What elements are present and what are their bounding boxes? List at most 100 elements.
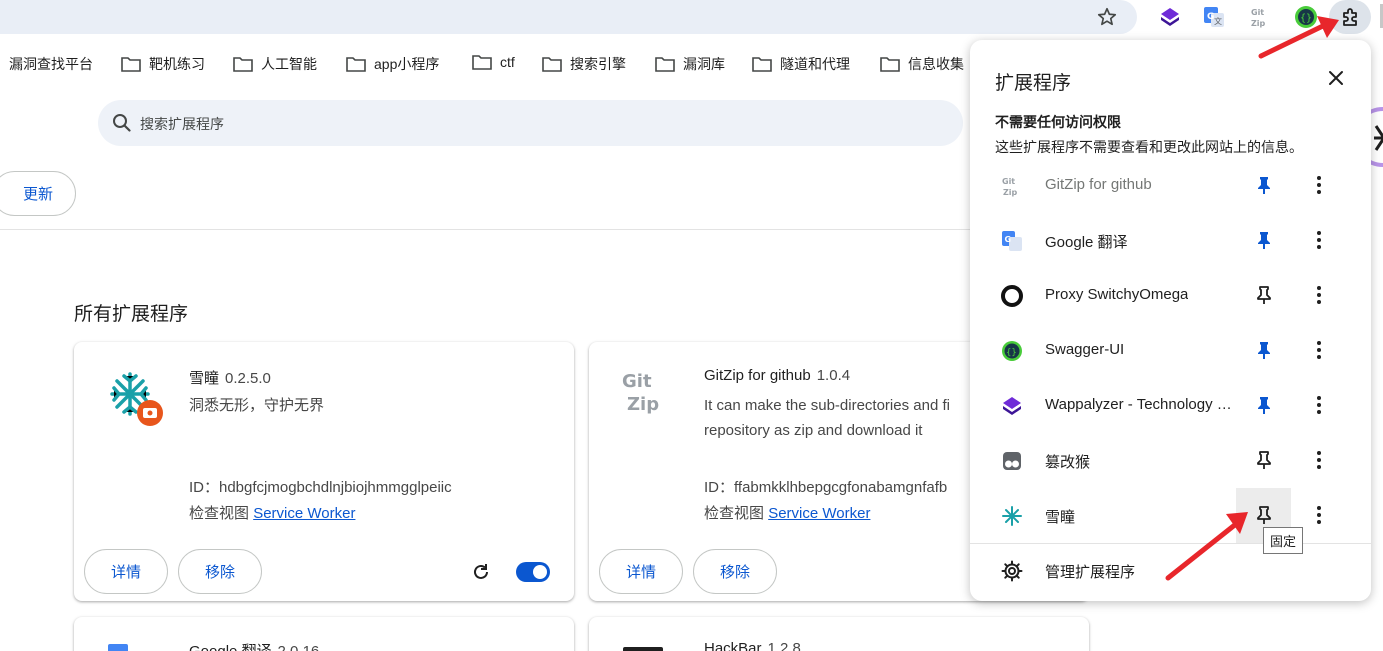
extension-card: HackBar 1.2.8 [589,617,1089,651]
inspect-views: 检查视图 Service Worker [189,505,356,522]
more-icon[interactable] [1308,504,1330,526]
extension-version: 2.0.16 [278,643,320,651]
extension-name: HackBar 1.2.8 [704,640,801,651]
swagger-icon[interactable]: {} [1294,5,1318,29]
hackbar-icon [623,647,663,651]
details-button[interactable]: 详情 [599,549,683,594]
google-translate-icon[interactable]: G文 [1202,5,1226,29]
folder-icon [346,57,366,72]
extension-row[interactable]: Proxy SwitchyOmega [970,268,1371,323]
extension-version: 1.0.4 [816,367,851,384]
section-title: 所有扩展程序 [74,304,189,325]
pin-filled-icon[interactable] [1253,174,1275,196]
bookmark-folder[interactable]: 靶机练习 [121,54,205,74]
extension-row[interactable]: Git Zip GitZip for github [970,158,1371,213]
svg-text:{}: {} [1006,348,1017,358]
pin-outline-icon[interactable] [1253,504,1275,526]
pin-outline-icon[interactable] [1253,284,1275,306]
bookmark-star-icon[interactable] [1096,6,1118,28]
svg-text:Git: Git [622,371,652,392]
bookmark-folder[interactable]: 信息收集 [880,54,964,74]
pin-filled-icon[interactable] [1253,229,1275,251]
search-placeholder: 搜索扩展程序 [140,116,224,132]
extension-version: 0.2.5.0 [225,370,271,387]
more-icon[interactable] [1308,229,1330,251]
manage-extensions-item[interactable]: 管理扩展程序 [970,544,1371,599]
menu-description: 这些扩展程序不需要查看和更改此网站上的信息。 [995,139,1303,155]
inspect-views: 检查视图 Service Worker [704,505,871,522]
google-translate-icon: G [1002,231,1022,251]
svg-text:G: G [1005,235,1012,244]
reload-icon[interactable] [470,561,492,583]
switchyomega-icon [1001,285,1023,307]
more-icon[interactable] [1308,284,1330,306]
extension-id: ID：hdbgfcjmogbchdlnjbiojhmmgglpeiic [189,479,452,496]
extensions-puzzle-icon [1343,8,1357,26]
menu-subtitle: 不需要任何访问权限 [995,114,1121,130]
extension-label: GitZip for github [1045,176,1152,193]
extension-row[interactable]: Wappalyzer - Technology profiler [970,378,1371,433]
bookmark-folder[interactable]: app小程序 [346,54,439,74]
svg-text:文: 文 [1214,16,1222,26]
pin-filled-icon[interactable] [1253,339,1275,361]
extension-name: 雪瞳 0.2.5.0 [189,370,271,387]
divider [0,229,980,230]
more-icon[interactable] [1308,449,1330,471]
gitzip-icon: GitZip [1002,177,1018,197]
more-icon[interactable] [1308,394,1330,416]
extension-row[interactable]: {} Swagger-UI [970,323,1371,378]
extension-version: 1.2.8 [767,640,801,651]
pin-filled-icon[interactable] [1253,394,1275,416]
gitzip-icon[interactable]: Git Zip [1249,5,1273,29]
extension-row[interactable]: 雪瞳 [970,488,1371,543]
extension-row[interactable]: 篡改猴 [970,433,1371,488]
extension-label: 篡改猴 [1045,454,1091,471]
more-icon[interactable] [1308,174,1330,196]
remove-button[interactable]: 移除 [693,549,777,594]
snowflake-icon [110,372,163,426]
gitzip-icon: GitZip [622,371,659,415]
bookmark-folder[interactable]: ctf [472,54,515,70]
extensions-search-input[interactable]: 搜索扩展程序 [98,100,963,146]
manage-extensions-label: 管理扩展程序 [1045,564,1136,581]
folder-icon [542,57,562,72]
tampermonkey-icon [1003,452,1021,470]
service-worker-link[interactable]: Service Worker [253,505,355,522]
wappalyzer-icon [1003,397,1021,415]
folder-icon [655,57,675,72]
folder-icon [880,57,900,72]
address-bar[interactable]: s [0,0,1137,34]
update-button[interactable]: 更新 [0,171,76,216]
enable-toggle[interactable] [516,562,550,582]
service-worker-link[interactable]: Service Worker [768,505,870,522]
bookmark-folder[interactable]: 人工智能 [233,54,317,74]
svg-text:{}: {} [1300,13,1312,24]
extension-label: Swagger-UI [1045,341,1125,358]
extension-name: Google 翻译2.0.16 [189,640,319,651]
extension-row[interactable]: G Google 翻译 [970,213,1371,268]
extension-label: Proxy SwitchyOmega [1045,286,1189,303]
folder-icon [121,57,141,72]
bookmark-folder[interactable]: 隧道和代理 [752,54,850,74]
search-icon [113,114,131,132]
extensions-button[interactable] [1329,0,1371,34]
extension-card: 雪瞳 0.2.5.0 洞悉无形，守护无界 ID：hdbgfcjmogbchdlnj… [74,342,574,601]
close-icon[interactable] [1325,67,1347,89]
bookmark-folder[interactable]: 漏洞库 [655,54,725,74]
extension-id: ID：ffabmkklhbepgcgfonabamgnfafb [704,479,948,496]
extension-name: GitZip for github 1.0.4 [704,367,851,384]
remove-button[interactable]: 移除 [178,549,262,594]
bookmark-item[interactable]: 漏洞查找平台 [9,54,93,74]
folder-icon [233,57,253,72]
bookmark-folder[interactable]: 搜索引擎 [542,54,626,74]
svg-text:Git: Git [1251,8,1264,17]
gear-icon [1001,560,1023,582]
more-icon[interactable] [1308,339,1330,361]
svg-text:Git: Git [1002,177,1015,186]
details-button[interactable]: 详情 [84,549,168,594]
svg-text:Zip: Zip [1251,19,1266,28]
wappalyzer-icon[interactable] [1158,5,1182,29]
google-translate-icon [108,644,128,651]
extension-label: Wappalyzer - Technology profiler [1045,396,1235,413]
pin-outline-icon[interactable] [1253,449,1275,471]
